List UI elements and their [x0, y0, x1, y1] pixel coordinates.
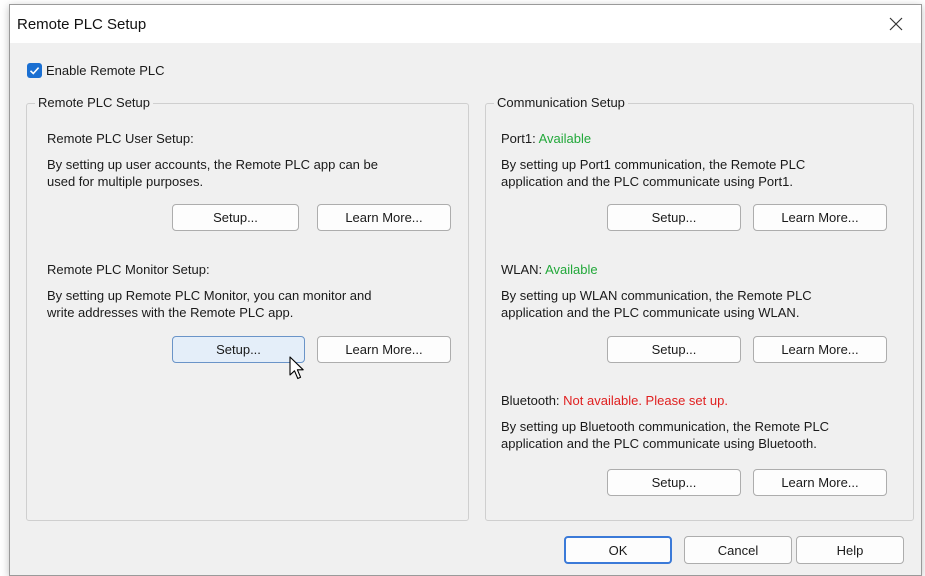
wlan-status-line: WLAN: Available [501, 261, 598, 278]
title-bar: Remote PLC Setup [10, 5, 921, 43]
communication-setup-group: Communication Setup Port1: Available By … [485, 95, 914, 521]
bluetooth-desc-line1: By setting up Bluetooth communication, t… [501, 419, 830, 434]
wlan-desc-line1: By setting up WLAN communication, the Re… [501, 288, 812, 303]
bluetooth-status-line: Bluetooth: Not available. Please set up. [501, 392, 728, 409]
user-setup-heading: Remote PLC User Setup: [47, 131, 194, 146]
remote-plc-setup-group: Remote PLC Setup Remote PLC User Setup: … [26, 95, 469, 521]
port1-desc-line2: application and the PLC communicate usin… [501, 174, 793, 189]
monitor-setup-button[interactable]: Setup... [172, 336, 305, 363]
port1-label: Port1: [501, 131, 536, 146]
wlan-learn-more-button[interactable]: Learn More... [753, 336, 887, 363]
remote-plc-setup-legend: Remote PLC Setup [35, 95, 154, 110]
dialog-window: Remote PLC Setup Enable Remote PLC Remot… [9, 4, 922, 576]
enable-remote-plc-row[interactable]: Enable Remote PLC [27, 63, 165, 78]
user-learn-more-button[interactable]: Learn More... [317, 204, 451, 231]
wlan-status: Available [545, 262, 598, 277]
monitor-learn-more-button[interactable]: Learn More... [317, 336, 451, 363]
bluetooth-status: Not available. Please set up. [563, 393, 728, 408]
enable-remote-plc-label: Enable Remote PLC [46, 63, 165, 78]
close-icon [889, 17, 903, 31]
monitor-setup-desc-line2: write addresses with the Remote PLC app. [47, 305, 294, 320]
wlan-label: WLAN: [501, 262, 543, 277]
user-setup-button[interactable]: Setup... [172, 204, 299, 231]
cancel-button[interactable]: Cancel [684, 536, 792, 564]
port1-setup-button[interactable]: Setup... [607, 204, 741, 231]
monitor-setup-heading: Remote PLC Monitor Setup: [47, 262, 210, 277]
bluetooth-desc-line2: application and the PLC communicate usin… [501, 436, 817, 451]
ok-button[interactable]: OK [564, 536, 672, 564]
window-title: Remote PLC Setup [17, 16, 147, 33]
port1-learn-more-button[interactable]: Learn More... [753, 204, 887, 231]
monitor-setup-desc-line1: By setting up Remote PLC Monitor, you ca… [47, 288, 372, 303]
help-button[interactable]: Help [796, 536, 904, 564]
enable-remote-plc-checkbox[interactable] [27, 63, 42, 78]
bluetooth-learn-more-button[interactable]: Learn More... [753, 469, 887, 496]
bluetooth-label: Bluetooth: [501, 393, 560, 408]
wlan-setup-button[interactable]: Setup... [607, 336, 741, 363]
checkmark-icon [29, 67, 40, 75]
port1-status-line: Port1: Available [501, 130, 591, 147]
communication-setup-legend: Communication Setup [494, 95, 628, 110]
port1-status: Available [538, 131, 592, 146]
bluetooth-setup-button[interactable]: Setup... [607, 469, 741, 496]
user-setup-desc-line1: By setting up user accounts, the Remote … [47, 157, 378, 172]
wlan-desc-line2: application and the PLC communicate usin… [501, 305, 800, 320]
user-setup-desc-line2: used for multiple purposes. [47, 174, 204, 189]
close-button[interactable] [881, 9, 911, 39]
port1-desc-line1: By setting up Port1 communication, the R… [501, 157, 806, 172]
